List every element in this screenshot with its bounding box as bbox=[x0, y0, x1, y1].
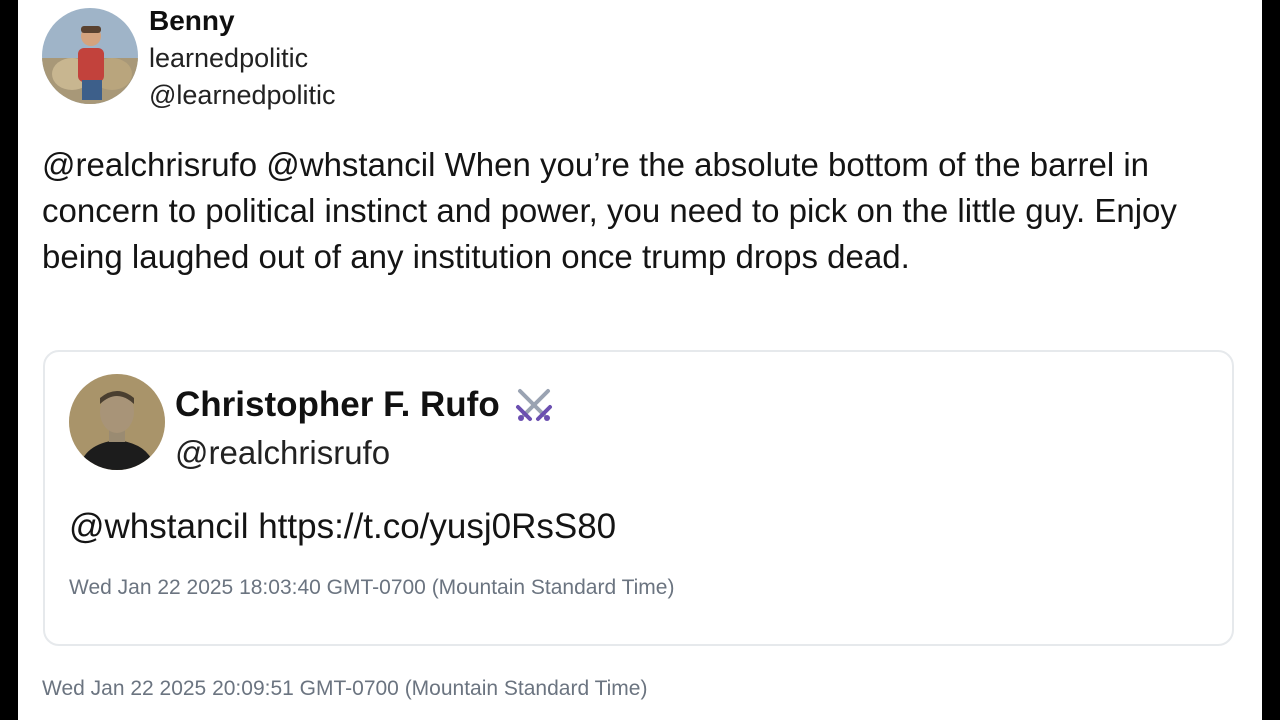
quoted-tweet-text: @whstancil https://t.co/yusj0RsS80 bbox=[69, 507, 617, 546]
author-handle[interactable]: @learnedpolitic bbox=[149, 80, 336, 111]
tweet-text: @realchrisrufo @whstancil When you’re th… bbox=[42, 146, 1177, 275]
quoted-author-handle[interactable]: @realchrisrufo bbox=[175, 434, 390, 472]
crossed-swords-icon bbox=[514, 385, 554, 425]
quoted-author-avatar[interactable] bbox=[69, 374, 165, 470]
quoted-author-display-name[interactable]: Christopher F. Rufo bbox=[175, 385, 554, 425]
author-sub-name: learnedpolitic bbox=[149, 43, 309, 73]
quoted-author-name-text: Christopher F. Rufo bbox=[175, 385, 500, 424]
tweet-timestamp: Wed Jan 22 2025 20:09:51 GMT-0700 (Mount… bbox=[42, 677, 648, 700]
author-avatar[interactable] bbox=[42, 8, 138, 104]
author-display-name[interactable]: Benny bbox=[149, 5, 235, 37]
quoted-tweet-timestamp: Wed Jan 22 2025 18:03:40 GMT-0700 (Mount… bbox=[69, 576, 675, 599]
tweet-screenshot: Benny learnedpolitic @learnedpolitic @re… bbox=[18, 0, 1262, 720]
quoted-tweet-card[interactable]: Christopher F. Rufo @realchrisrufo @whst… bbox=[43, 350, 1234, 646]
